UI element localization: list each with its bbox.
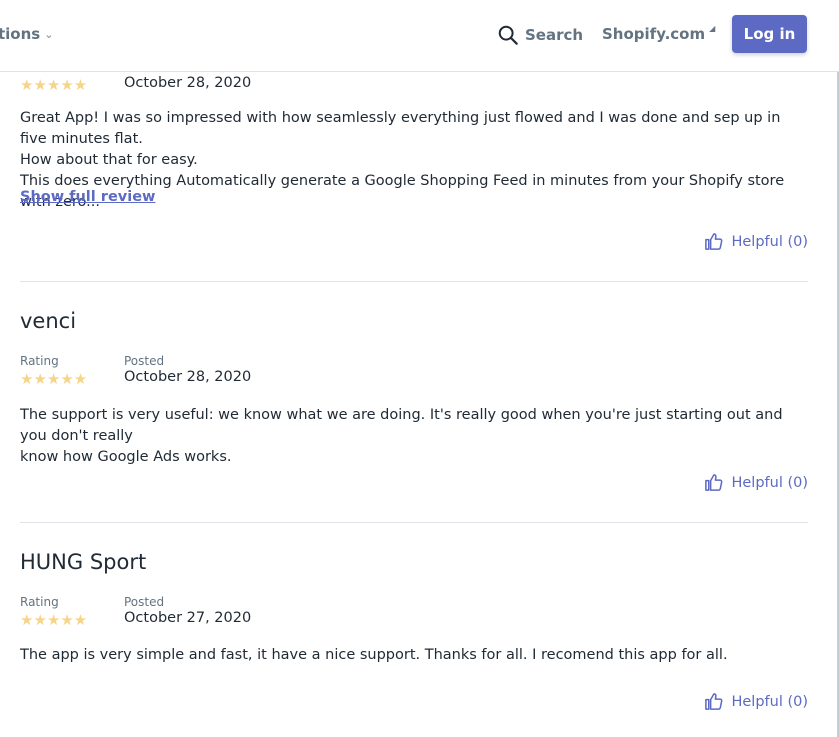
review-meta: Rating Posted ★★★★★ October 27, 2020: [20, 595, 808, 635]
helpful-row: Helpful (0): [20, 692, 808, 716]
review-date: October 28, 2020: [124, 369, 252, 385]
helpful-label: Helpful (0): [731, 474, 808, 491]
review-meta-wrap: Rating Posted ★★★★★ October 27, 2020: [20, 595, 808, 635]
thumbs-up-icon: [705, 693, 723, 710]
posted-label: Posted: [124, 354, 165, 368]
thumbs-up-icon: [705, 233, 723, 250]
review-date: October 27, 2020: [124, 610, 252, 626]
search-label: Search: [525, 26, 584, 44]
reviewer-name: HUNG Sport: [20, 550, 147, 574]
rating-label: Rating: [20, 595, 59, 609]
thumbs-up-icon: [705, 474, 723, 491]
nav-solutions-menu[interactable]: tions ⌄: [0, 25, 53, 43]
helpful-label: Helpful (0): [731, 693, 808, 710]
search-icon: [498, 25, 518, 45]
review-text-line: know how Google Ads works.: [20, 449, 232, 465]
rating-stars: ★★★★★: [20, 370, 88, 388]
review-divider: [20, 281, 808, 282]
helpful-row: Helpful (0): [20, 232, 808, 256]
reviewer-name: venci: [20, 309, 77, 333]
review-text-line: The app is very simple and fast, it have…: [20, 647, 728, 663]
review-meta: Rating Posted ★★★★★ October 28, 2020: [20, 354, 808, 394]
helpful-row: Helpful (0): [20, 473, 808, 497]
review-meta-wrap: Rating Posted ★★★★★ October 28, 2020: [20, 354, 808, 394]
review-card: venci: [20, 309, 808, 333]
review-text-line: The support is very useful: we know what…: [20, 407, 783, 444]
helpful-button[interactable]: Helpful (0): [704, 473, 808, 492]
shopify-com-link[interactable]: Shopify.com ◢: [602, 24, 716, 43]
rating-stars: ★★★★★: [20, 76, 88, 94]
rating-stars: ★★★★★: [20, 611, 88, 629]
helpful-button[interactable]: Helpful (0): [704, 232, 808, 251]
show-full-review-link[interactable]: Show full review: [20, 189, 155, 205]
nav-solutions-label: tions: [0, 25, 41, 43]
shopify-com-label: Shopify.com: [602, 25, 706, 43]
review-text-line: Great App! I was so impressed with how s…: [20, 110, 781, 147]
show-full-review-wrap: Show full review: [20, 186, 808, 205]
review-body: The app is very simple and fast, it have…: [20, 645, 808, 666]
review-card: HUNG Sport: [20, 550, 808, 574]
search-button[interactable]: Search: [497, 24, 583, 46]
login-button[interactable]: Log in: [732, 15, 807, 53]
chevron-down-icon: ⌄: [44, 27, 54, 41]
review-text-line: How about that for easy.: [20, 152, 198, 168]
helpful-button[interactable]: Helpful (0): [704, 692, 808, 711]
rating-label: Rating: [20, 354, 59, 368]
review-body: The support is very useful: we know what…: [20, 405, 808, 468]
review-divider: [20, 522, 808, 523]
helpful-label: Helpful (0): [731, 233, 808, 250]
review-date: October 28, 2020: [124, 75, 252, 91]
top-nav-bar: tions ⌄ Search Shopify.com ◢ Log in: [0, 0, 839, 72]
external-link-icon: ◢: [709, 24, 716, 33]
posted-label: Posted: [124, 595, 165, 609]
